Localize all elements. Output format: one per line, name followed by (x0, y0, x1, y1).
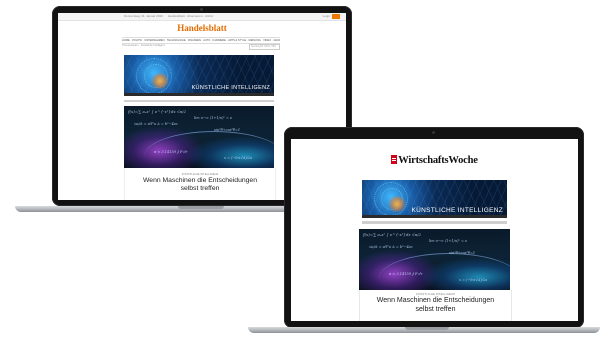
banner-label: KÜNSTLICHE INTELLIGENZ (411, 207, 503, 214)
article-teaser[interactable]: KÜNSTLICHE INTELLIGENZ Wenn Maschinen di… (359, 290, 512, 321)
login-link[interactable]: Login (323, 14, 330, 18)
laptop-notch (178, 206, 224, 209)
ai-banner-image[interactable]: KÜNSTLICHE INTELLIGENZ (124, 55, 274, 96)
main-nav[interactable]: HOME · POLITIK · UNTERNEHMEN · TECHNOLOG… (122, 37, 280, 44)
date-text: Donnerstag, 31. Januar 2019 (124, 14, 163, 18)
divider (362, 221, 507, 224)
brain-glow (150, 73, 170, 89)
top-links[interactable]: Handelsblatt · Abonnieren · Archiv (168, 14, 213, 18)
laptop-notch (405, 327, 449, 330)
banner-stripe (124, 93, 274, 96)
banner-stripe (362, 215, 507, 218)
subscribe-button[interactable] (332, 14, 340, 19)
camera-icon (432, 131, 435, 134)
banner-label: KÜNSTLICHE INTELLIGENZ (191, 85, 270, 91)
handelsblatt-logo[interactable]: Handelsblatt (58, 23, 346, 33)
article-kicker: KÜNSTLICHE INTELLIGENZ (415, 292, 456, 296)
article-image-formulas[interactable]: f(x)=∑ aₙxⁿ ∫ e^{-x²}dx √π/2 lim n→∞ (1+… (124, 106, 274, 168)
camera-icon (200, 8, 203, 11)
wiwo-mark-icon (391, 155, 398, 164)
search-input[interactable]: Suchbegriff, WKN, ISIN (249, 44, 280, 50)
brain-glow (387, 196, 407, 212)
headline-line-2: selbst treffen (180, 185, 220, 193)
ai-banner-image[interactable]: KÜNSTLICHE INTELLIGENZ (362, 180, 507, 218)
headline-line-1: Wenn Maschinen die Entscheidungen (376, 297, 495, 304)
divider (124, 100, 274, 102)
article-kicker: KÜNSTLICHE INTELLIGENZ (181, 172, 219, 176)
wiwo-logo-text: WirtschaftsWoche (398, 155, 478, 166)
headline-line-2: selbst treffen (415, 305, 456, 313)
top-bar: Donnerstag, 31. Januar 2019 Handelsblatt… (58, 13, 346, 21)
article-image-formulas[interactable]: f(x)=∑ aₙxⁿ ∫ e^{-x²}dx √π/2 lim n→∞ (1+… (359, 229, 510, 290)
article-teaser[interactable]: KÜNSTLICHE INTELLIGENZ Wenn Maschinen di… (124, 168, 276, 200)
article-headline[interactable]: Wenn Maschinen die Entscheidungen selbst… (125, 177, 275, 194)
headline-line-1: Wenn Maschinen die Entscheidungen (143, 177, 257, 184)
article-headline[interactable]: Wenn Maschinen die Entscheidungen selbst… (360, 297, 511, 314)
wiwo-logo[interactable]: WirtschaftsWoche (291, 155, 578, 166)
